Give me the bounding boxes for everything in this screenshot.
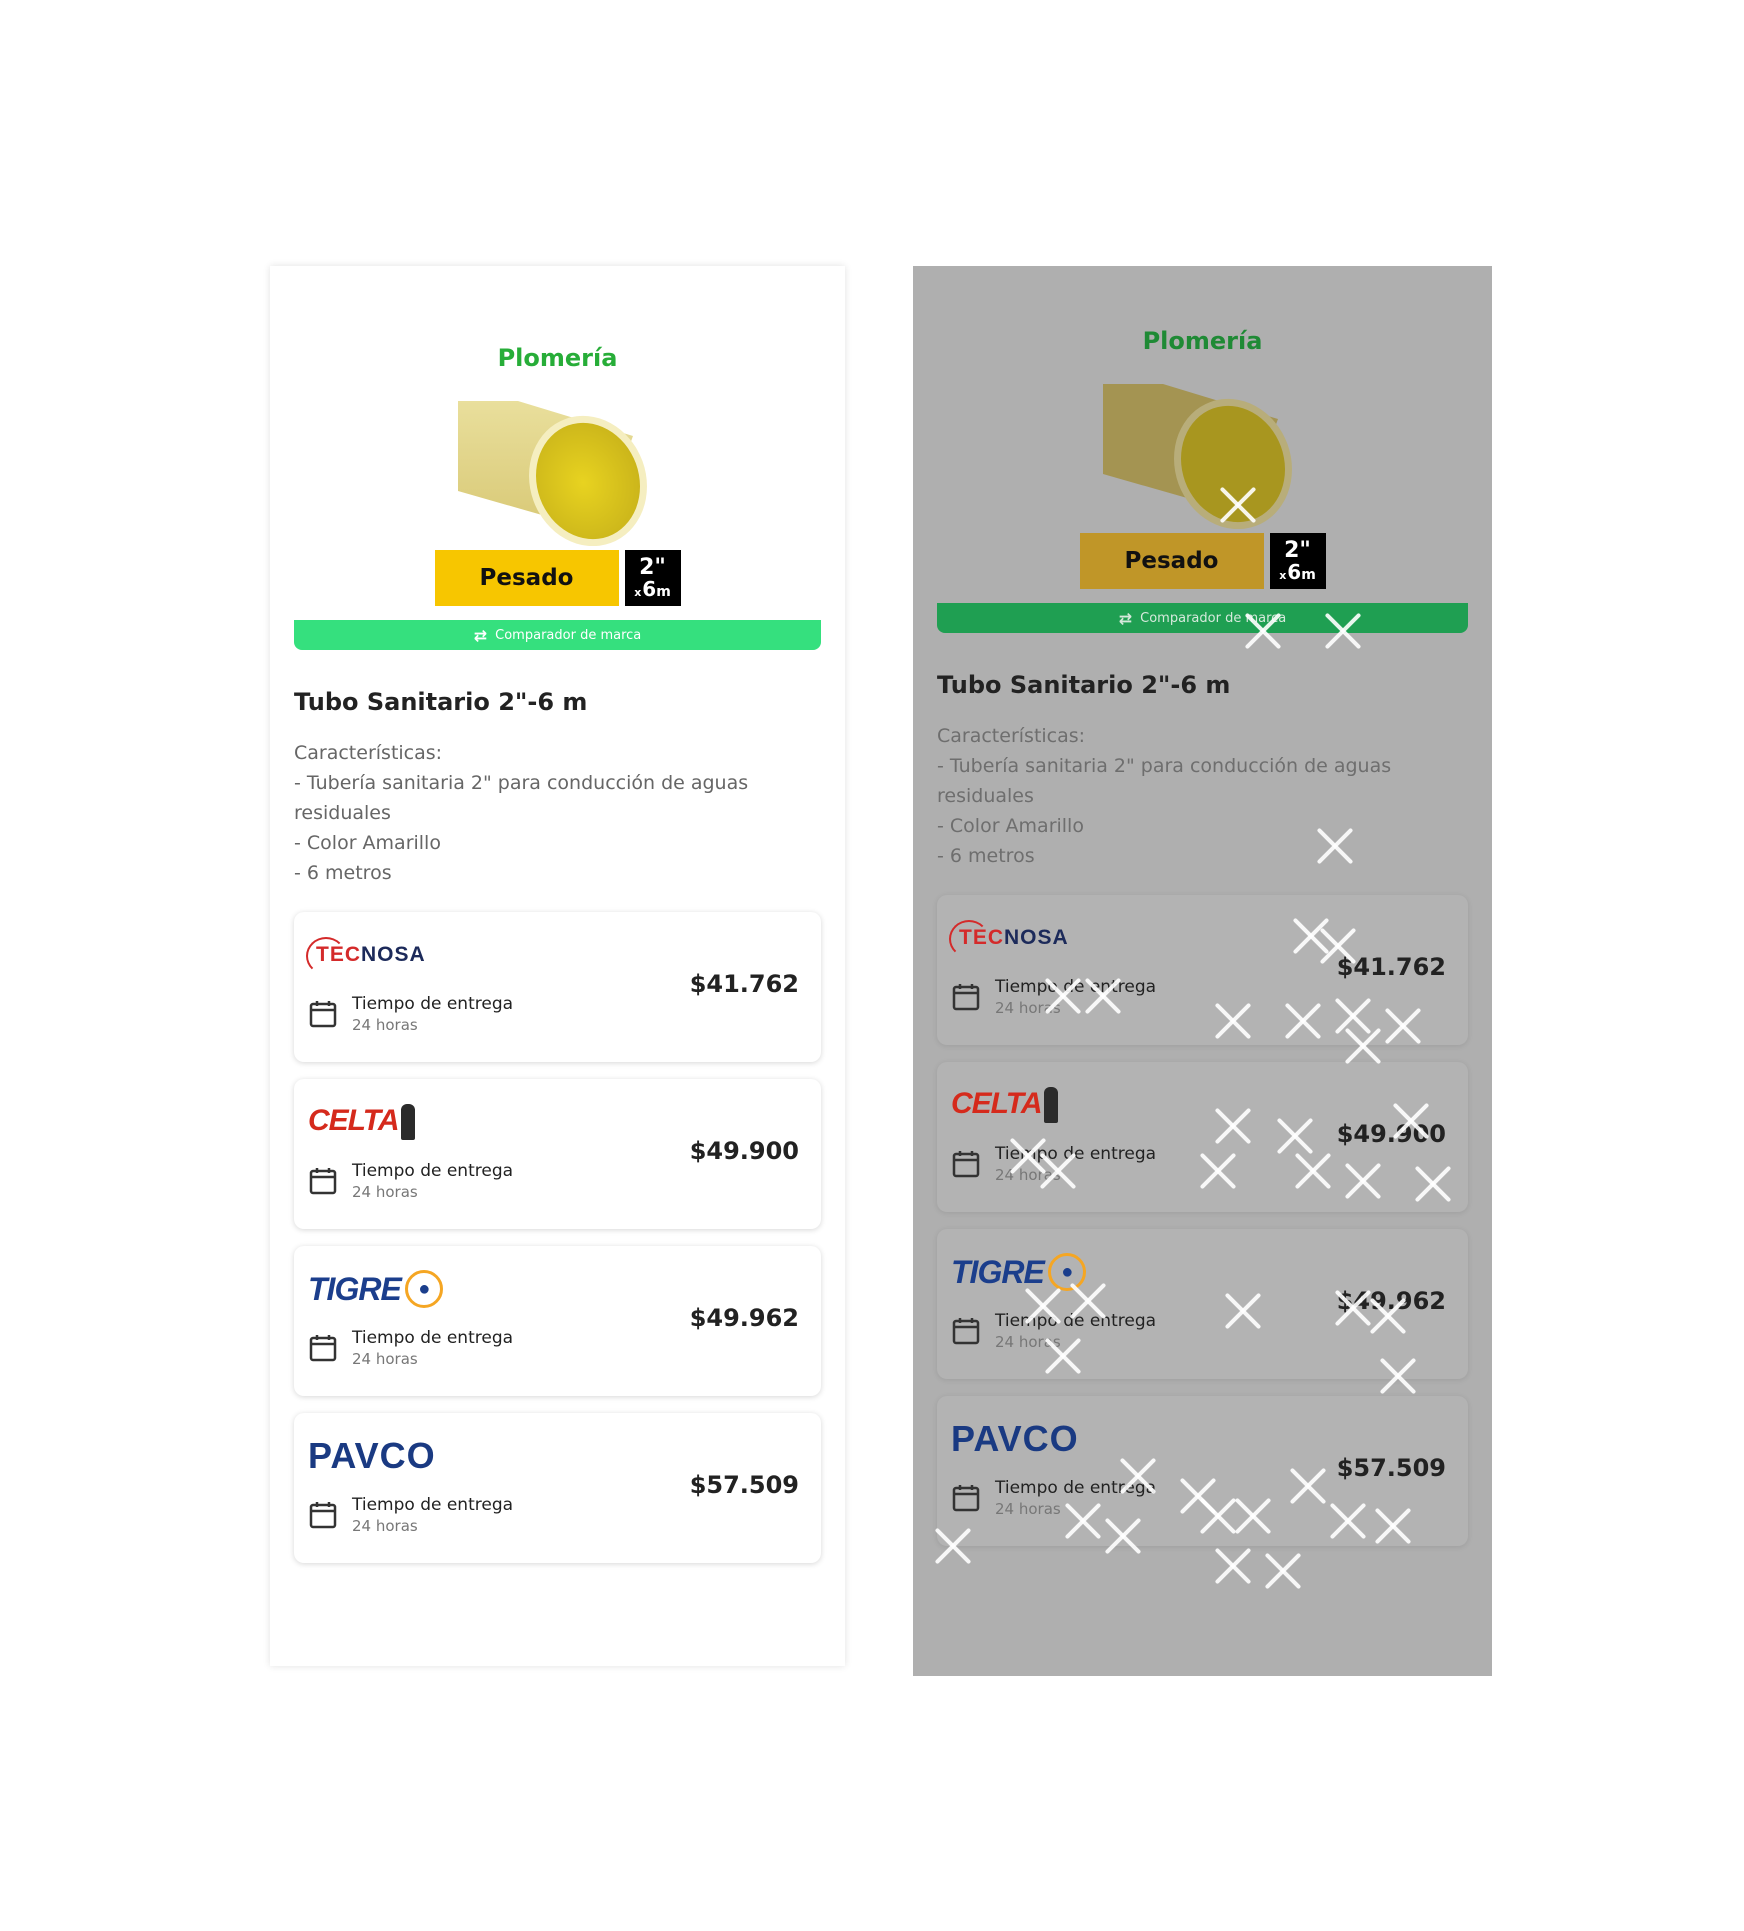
delivery-time: 24 horas bbox=[995, 1333, 1061, 1351]
delivery-time: 24 horas bbox=[352, 1016, 418, 1034]
x-mark-icon bbox=[1263, 1551, 1303, 1591]
supplier-price: $41.762 bbox=[689, 970, 799, 998]
supplier-card-celta[interactable]: CELTA Tiempo de entrega 24 horas $49.900 bbox=[294, 1079, 821, 1229]
pavco-logo: PAVCO bbox=[951, 1418, 1079, 1459]
description-line: - Color Amarillo bbox=[937, 815, 1084, 837]
supplier-price: $49.962 bbox=[689, 1304, 799, 1332]
delivery-time: 24 horas bbox=[995, 1166, 1061, 1184]
product-image bbox=[1093, 364, 1313, 529]
product-image bbox=[448, 381, 668, 546]
delivery-time: 24 horas bbox=[352, 1517, 418, 1535]
supplier-list: TECNOSA Tiempo de entrega 24 horas $41.7… bbox=[937, 895, 1468, 1546]
category-title: Plomería bbox=[1142, 327, 1263, 355]
paw-icon: ● bbox=[1047, 1253, 1086, 1291]
product-panel: Plomería Pesado 2" x6m ⇄ Comparador de m… bbox=[270, 266, 845, 1666]
calendar-icon bbox=[309, 1502, 337, 1529]
calendar-icon bbox=[952, 1485, 980, 1512]
brand-compare-button[interactable]: ⇄ Comparador de marca bbox=[937, 603, 1468, 633]
calendar-icon bbox=[309, 1168, 337, 1195]
delivery-time: 24 horas bbox=[995, 1500, 1061, 1518]
delivery-time: 24 horas bbox=[995, 999, 1061, 1017]
supplier-price: $57.509 bbox=[689, 1471, 799, 1499]
description-line: - 6 metros bbox=[937, 845, 1035, 867]
delivery-info: Tiempo de entrega 24 horas bbox=[951, 1478, 1156, 1518]
supplier-price: $49.900 bbox=[1336, 1120, 1446, 1148]
delivery-time: 24 horas bbox=[352, 1350, 418, 1368]
delivery-info: Tiempo de entrega 24 horas bbox=[308, 1328, 513, 1368]
product-panel-overlay: Plomería Pesado 2" x6m ⇄ Comparador de m… bbox=[913, 266, 1492, 1676]
delivery-info: Tiempo de entrega 24 horas bbox=[951, 1144, 1156, 1184]
delivery-info: Tiempo de entrega 24 horas bbox=[308, 1495, 513, 1535]
compare-arrows-icon: ⇄ bbox=[473, 625, 488, 645]
description-line: - Tubería sanitaria 2" para conducción d… bbox=[294, 772, 749, 824]
supplier-card-pavco[interactable]: PAVCO Tiempo de entrega 24 horas $57.509 bbox=[937, 1396, 1468, 1546]
delivery-info: Tiempo de entrega 24 horas bbox=[951, 1311, 1156, 1351]
product-title: Tubo Sanitario 2"-6 m bbox=[294, 688, 588, 716]
supplier-price: $57.509 bbox=[1336, 1454, 1446, 1482]
tigre-logo: TIGRE ● bbox=[951, 1249, 1086, 1295]
calendar-icon bbox=[309, 1001, 337, 1028]
tecnosa-logo: TECNOSA bbox=[306, 932, 426, 978]
supplier-card-tigre[interactable]: TIGRE ● Tiempo de entrega 24 horas $49.96… bbox=[294, 1246, 821, 1396]
compare-label: Comparador de marca bbox=[495, 627, 642, 643]
description-line: - 6 metros bbox=[294, 862, 392, 884]
delivery-info: Tiempo de entrega 24 horas bbox=[308, 994, 513, 1034]
supplier-card-tecnosa[interactable]: TECNOSA Tiempo de entrega 24 horas $41.7… bbox=[294, 912, 821, 1062]
delivery-label: Tiempo de entrega bbox=[995, 1144, 1157, 1164]
supplier-price: $49.962 bbox=[1336, 1287, 1446, 1315]
paw-icon: ● bbox=[404, 1270, 443, 1308]
weight-badge: Pesado bbox=[1079, 533, 1264, 589]
delivery-info: Tiempo de entrega 24 horas bbox=[951, 977, 1156, 1017]
delivery-label: Tiempo de entrega bbox=[995, 1478, 1157, 1498]
delivery-label: Tiempo de entrega bbox=[352, 1161, 514, 1181]
x-mark-icon bbox=[1213, 1546, 1253, 1586]
description-line: - Tubería sanitaria 2" para conducción d… bbox=[937, 755, 1392, 807]
size-badge: 2" x6m bbox=[624, 550, 681, 606]
calendar-icon bbox=[309, 1335, 337, 1362]
supplier-list: TECNOSA Tiempo de entrega 24 horas $41.7… bbox=[294, 912, 821, 1563]
calendar-icon bbox=[952, 1318, 980, 1345]
delivery-label: Tiempo de entrega bbox=[352, 1328, 514, 1348]
compare-arrows-icon: ⇄ bbox=[1118, 608, 1133, 628]
delivery-label: Tiempo de entrega bbox=[352, 994, 514, 1014]
tigre-logo: TIGRE ● bbox=[308, 1266, 443, 1312]
delivery-label: Tiempo de entrega bbox=[995, 1311, 1157, 1331]
supplier-price: $41.762 bbox=[1336, 953, 1446, 981]
supplier-card-tigre[interactable]: TIGRE ● Tiempo de entrega 24 horas $49.96… bbox=[937, 1229, 1468, 1379]
calendar-icon bbox=[952, 1151, 980, 1178]
supplier-card-celta[interactable]: CELTA Tiempo de entrega 24 horas $49.900 bbox=[937, 1062, 1468, 1212]
product-title: Tubo Sanitario 2"-6 m bbox=[937, 671, 1231, 699]
tecnosa-logo: TECNOSA bbox=[949, 915, 1069, 961]
product-badges: Pesado 2" x6m bbox=[294, 550, 821, 606]
description-line: Características: bbox=[294, 742, 443, 764]
delivery-time: 24 horas bbox=[352, 1183, 418, 1201]
size-badge: 2" x6m bbox=[1269, 533, 1326, 589]
weight-badge: Pesado bbox=[434, 550, 619, 606]
product-description: Características: - Tubería sanitaria 2" … bbox=[294, 738, 821, 888]
compare-label: Comparador de marca bbox=[1140, 610, 1287, 626]
pavco-logo: PAVCO bbox=[308, 1435, 436, 1476]
brand-compare-button[interactable]: ⇄ Comparador de marca bbox=[294, 620, 821, 650]
description-line: - Color Amarillo bbox=[294, 832, 441, 854]
calendar-icon bbox=[952, 984, 980, 1011]
celta-logo: CELTA bbox=[308, 1099, 415, 1145]
celta-logo: CELTA bbox=[951, 1082, 1058, 1128]
delivery-label: Tiempo de entrega bbox=[995, 977, 1157, 997]
supplier-card-tecnosa[interactable]: TECNOSA Tiempo de entrega 24 horas $41.7… bbox=[937, 895, 1468, 1045]
delivery-label: Tiempo de entrega bbox=[352, 1495, 514, 1515]
description-line: Características: bbox=[937, 725, 1086, 747]
product-description: Características: - Tubería sanitaria 2" … bbox=[937, 721, 1468, 871]
supplier-price: $49.900 bbox=[689, 1137, 799, 1165]
product-badges: Pesado 2" x6m bbox=[937, 533, 1468, 589]
category-title: Plomería bbox=[497, 344, 618, 372]
supplier-card-pavco[interactable]: PAVCO Tiempo de entrega 24 horas $57.509 bbox=[294, 1413, 821, 1563]
delivery-info: Tiempo de entrega 24 horas bbox=[308, 1161, 513, 1201]
